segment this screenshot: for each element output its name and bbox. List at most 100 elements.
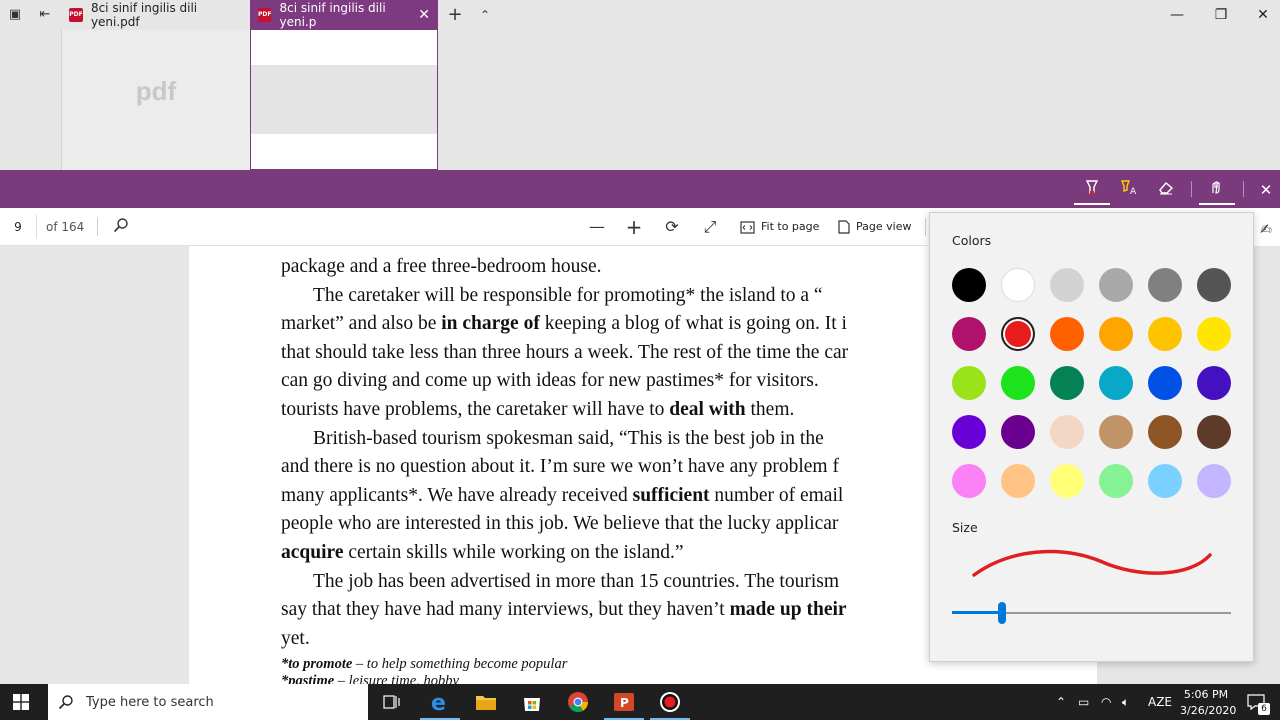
color-swatch[interactable] <box>1197 366 1231 400</box>
fullscreen-icon[interactable]: ⤢ <box>700 217 720 237</box>
text-run: British-based tourism spokesman said, “T… <box>313 427 824 449</box>
close-ink-icon[interactable]: ✕ <box>1255 179 1277 201</box>
chrome-icon[interactable] <box>566 690 590 714</box>
tab-pdf-1[interactable]: PDF 8ci sinif ingilis dili yeni.pdf <box>61 0 249 30</box>
minimize-button[interactable]: — <box>1154 4 1200 26</box>
tab-preview-2[interactable] <box>250 30 438 170</box>
clock-time: 5:06 PM <box>1183 688 1229 701</box>
text-run: and there is no question about it. I’m s… <box>281 456 839 478</box>
file-explorer-icon[interactable] <box>474 690 498 714</box>
color-swatch[interactable] <box>1099 317 1133 351</box>
color-swatch[interactable] <box>1050 366 1084 400</box>
footnote: *to promote – to help something become p… <box>281 656 567 673</box>
wifi-icon[interactable]: ◠ <box>1101 694 1111 710</box>
document-text-line: package and a free three-bedroom house. <box>281 256 602 278</box>
tab-close-icon[interactable]: ✕ <box>418 7 430 23</box>
color-swatch[interactable] <box>952 415 986 449</box>
fit-to-page-button[interactable]: Fit to page <box>740 217 819 237</box>
page-number-input[interactable]: 9 <box>0 215 37 239</box>
page-view-button[interactable]: Page view <box>838 217 911 237</box>
bold-phrase: in charge of <box>441 313 540 335</box>
set-aside-tabs-icon[interactable]: ▣ <box>6 6 24 24</box>
color-swatch[interactable] <box>952 268 986 302</box>
touch-pen-icon[interactable]: ✍ <box>1256 220 1276 240</box>
edge-browser-icon[interactable]: e <box>428 690 452 716</box>
eraser-icon[interactable] <box>1155 179 1177 201</box>
document-text-line: tourists have problems, the caretaker wi… <box>281 399 794 421</box>
footnote-definition: – to help something become popular <box>352 656 568 672</box>
zoom-in-icon[interactable]: + <box>624 217 644 237</box>
color-swatch[interactable] <box>1001 366 1035 400</box>
tabs-aside-icon[interactable]: ⇤ <box>36 6 54 24</box>
page-view-icon <box>838 220 850 234</box>
color-swatch[interactable] <box>1099 268 1133 302</box>
restore-button[interactable]: ❐ <box>1198 4 1244 26</box>
search-icon <box>58 695 73 710</box>
color-swatch[interactable] <box>1050 415 1084 449</box>
color-swatch[interactable] <box>1050 464 1084 498</box>
color-swatch[interactable] <box>1099 415 1133 449</box>
document-text-line: yet. <box>281 628 310 650</box>
clock[interactable]: 5:06 PM 3/26/2020 <box>1180 687 1236 719</box>
color-swatch[interactable] <box>1001 464 1035 498</box>
document-text-line: and there is no question about it. I’m s… <box>281 456 839 478</box>
microsoft-store-icon[interactable] <box>520 690 544 714</box>
rotate-icon[interactable]: ⟳ <box>662 217 682 237</box>
zoom-out-icon[interactable]: — <box>587 217 607 237</box>
touch-writing-icon[interactable] <box>1205 179 1227 201</box>
toolbar-separator <box>97 218 98 236</box>
tab-preview-toggle-icon[interactable]: ⌃ <box>476 6 494 24</box>
size-slider-thumb[interactable] <box>998 602 1007 624</box>
text-run: them. <box>745 399 795 420</box>
color-swatch[interactable] <box>1197 464 1231 498</box>
tab-title: 8ci sinif ingilis dili yeni.pdf <box>90 1 198 29</box>
text-highlight-icon[interactable]: A <box>1118 179 1140 201</box>
document-text-line: The caretaker will be responsible for pr… <box>313 285 823 307</box>
new-tab-button[interactable]: + <box>446 6 464 24</box>
show-hidden-icons-icon[interactable]: ⌃ <box>1056 694 1066 710</box>
color-swatch[interactable] <box>1099 464 1133 498</box>
color-swatch[interactable] <box>952 464 986 498</box>
windows-start-icon[interactable] <box>13 694 29 713</box>
input-language[interactable]: AZE <box>1148 694 1172 710</box>
taskbar-search-box[interactable]: Type here to search <box>48 684 368 720</box>
search-placeholder: Type here to search <box>86 694 214 710</box>
color-swatch[interactable] <box>1148 317 1182 351</box>
color-swatch[interactable] <box>1001 415 1035 449</box>
highlighter-icon[interactable] <box>1081 179 1103 201</box>
document-text-line: that should take less than three hours a… <box>281 342 848 364</box>
svg-text:e: e <box>431 691 446 714</box>
screen-recorder-icon[interactable] <box>658 690 682 714</box>
page-count: of 164 <box>46 220 85 234</box>
battery-icon[interactable]: ▭ <box>1078 694 1089 710</box>
color-swatch[interactable] <box>1001 317 1035 351</box>
color-swatch[interactable] <box>1001 268 1035 302</box>
task-view-icon[interactable] <box>383 694 401 713</box>
color-swatch[interactable] <box>1050 268 1084 302</box>
size-slider-fill <box>952 611 1003 614</box>
document-text-line: British-based tourism spokesman said, “T… <box>313 428 824 450</box>
fit-to-page-label: Fit to page <box>761 220 820 233</box>
color-swatch[interactable] <box>1148 464 1182 498</box>
color-swatch[interactable] <box>1148 366 1182 400</box>
tab-preview-1[interactable]: pdf <box>61 30 250 170</box>
powerpoint-icon[interactable]: P <box>612 690 636 714</box>
color-swatch[interactable] <box>952 366 986 400</box>
volume-icon[interactable]: 🔈︎ <box>1122 694 1129 710</box>
document-text-line: say that they have had many interviews, … <box>281 599 847 621</box>
text-run: yet. <box>281 627 310 649</box>
color-swatch[interactable] <box>1197 415 1231 449</box>
preview-band <box>251 65 437 134</box>
color-swatch[interactable] <box>1148 268 1182 302</box>
search-icon[interactable] <box>111 217 131 237</box>
color-swatch[interactable] <box>952 317 986 351</box>
close-window-button[interactable]: ✕ <box>1240 4 1280 26</box>
color-swatch[interactable] <box>1148 415 1182 449</box>
color-swatch[interactable] <box>1197 268 1231 302</box>
color-swatch[interactable] <box>1050 317 1084 351</box>
color-swatch[interactable] <box>1099 366 1133 400</box>
text-run: many applicants*. We have already receiv… <box>281 484 633 506</box>
bold-phrase: sufficient <box>632 484 710 506</box>
color-swatch[interactable] <box>1197 317 1231 351</box>
tab-pdf-2-active[interactable]: PDF 8ci sinif ingilis dili yeni.p ✕ <box>250 0 438 30</box>
